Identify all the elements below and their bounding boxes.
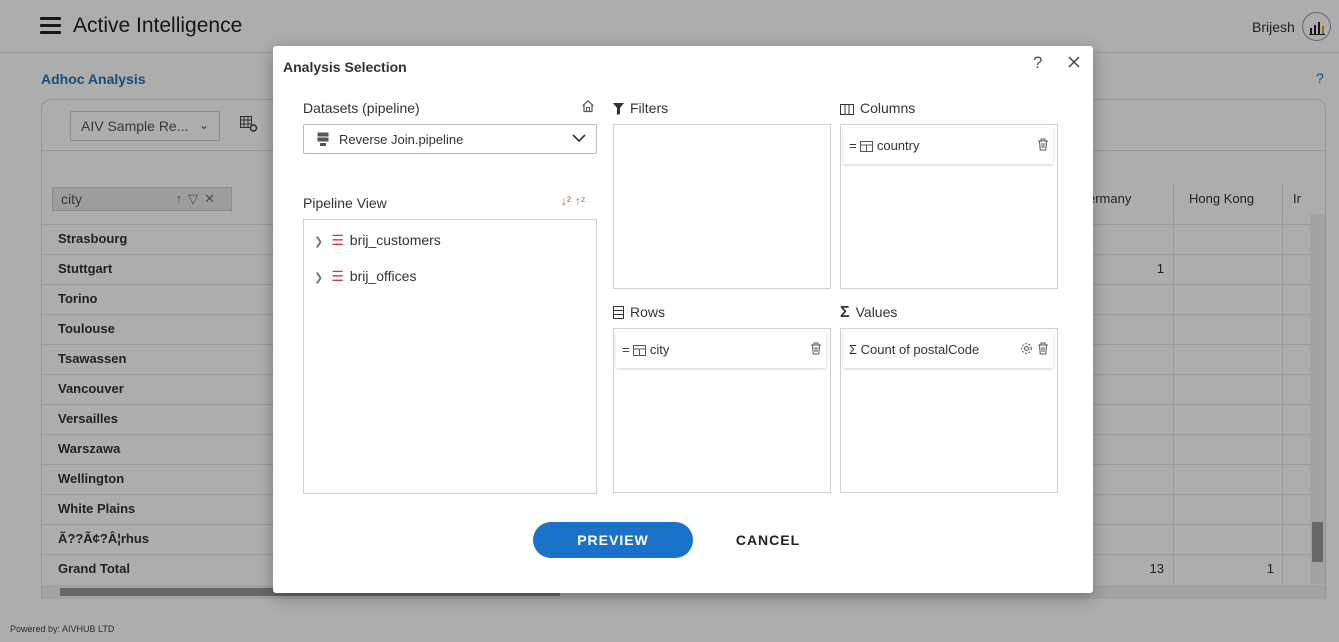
- sigma-icon: Σ: [849, 342, 858, 357]
- dialog-title: Analysis Selection: [283, 59, 407, 75]
- tree-item-label: brij_customers: [349, 232, 441, 248]
- field-table-icon: [633, 345, 647, 356]
- rows-header: Rows: [613, 304, 665, 320]
- dataset-select-value: Reverse Join.pipeline: [339, 132, 464, 147]
- expand-arrow-icon[interactable]: ❯: [314, 272, 323, 284]
- filter-icon: [613, 103, 624, 115]
- pipeline-tree: ❯ ☰ brij_customers ❯ ☰ brij_offices: [303, 219, 597, 494]
- trash-icon[interactable]: [1037, 138, 1049, 151]
- value-chip[interactable]: Σ Count of postalCode: [843, 332, 1053, 368]
- analysis-selection-dialog: Analysis Selection ? Datasets (pipeline)…: [273, 46, 1093, 593]
- drag-handle-icon[interactable]: =: [849, 138, 857, 153]
- home-icon[interactable]: [581, 99, 595, 113]
- trash-icon[interactable]: [1037, 342, 1049, 355]
- rows-dropzone[interactable]: = city: [613, 328, 831, 493]
- value-chip-label: Count of postalCode: [860, 342, 980, 357]
- filters-header: Filters: [613, 100, 668, 116]
- drag-handle-icon[interactable]: =: [622, 342, 630, 357]
- sort-ascending-icon[interactable]: ↓²: [561, 194, 571, 208]
- cancel-button[interactable]: CANCEL: [723, 522, 813, 558]
- sort-controls: ↓² ↑ᶻ: [561, 194, 585, 208]
- columns-label: Columns: [860, 100, 916, 116]
- column-chip-label: country: [876, 138, 920, 153]
- row-chip-label: city: [649, 342, 670, 357]
- tree-item-label: brij_offices: [349, 268, 417, 284]
- columns-dropzone[interactable]: = country: [840, 124, 1058, 289]
- values-label: Values: [855, 304, 898, 320]
- chevron-down-icon: [572, 134, 586, 143]
- rows-icon: [613, 306, 624, 319]
- filters-label: Filters: [630, 100, 669, 116]
- preview-button[interactable]: PREVIEW: [533, 522, 693, 558]
- datasets-label: Datasets (pipeline): [303, 100, 420, 116]
- pipeline-view-label: Pipeline View: [303, 195, 387, 211]
- gear-icon[interactable]: [1020, 342, 1033, 355]
- dataset-select[interactable]: Reverse Join.pipeline: [303, 124, 597, 154]
- help-icon[interactable]: ?: [1033, 53, 1042, 73]
- values-header: Σ Values: [840, 304, 897, 322]
- close-icon[interactable]: [1067, 55, 1081, 69]
- row-chip[interactable]: = city: [616, 332, 826, 368]
- values-dropzone[interactable]: Σ Count of postalCode: [840, 328, 1058, 493]
- trash-icon[interactable]: [810, 342, 822, 355]
- table-icon: ☰: [331, 232, 344, 248]
- tree-item[interactable]: ❯ ☰ brij_offices: [314, 268, 416, 285]
- table-icon: ☰: [331, 268, 344, 284]
- filters-dropzone[interactable]: [613, 124, 831, 289]
- column-chip[interactable]: = country: [843, 128, 1053, 164]
- sigma-icon: Σ: [840, 304, 850, 321]
- sort-descending-icon[interactable]: ↑ᶻ: [575, 194, 585, 208]
- columns-header: Columns: [840, 100, 915, 116]
- field-table-icon: [860, 141, 874, 152]
- database-icon: [317, 132, 329, 146]
- rows-label: Rows: [630, 304, 666, 320]
- expand-arrow-icon[interactable]: ❯: [314, 236, 323, 248]
- columns-icon: [840, 104, 854, 115]
- tree-item[interactable]: ❯ ☰ brij_customers: [314, 232, 441, 249]
